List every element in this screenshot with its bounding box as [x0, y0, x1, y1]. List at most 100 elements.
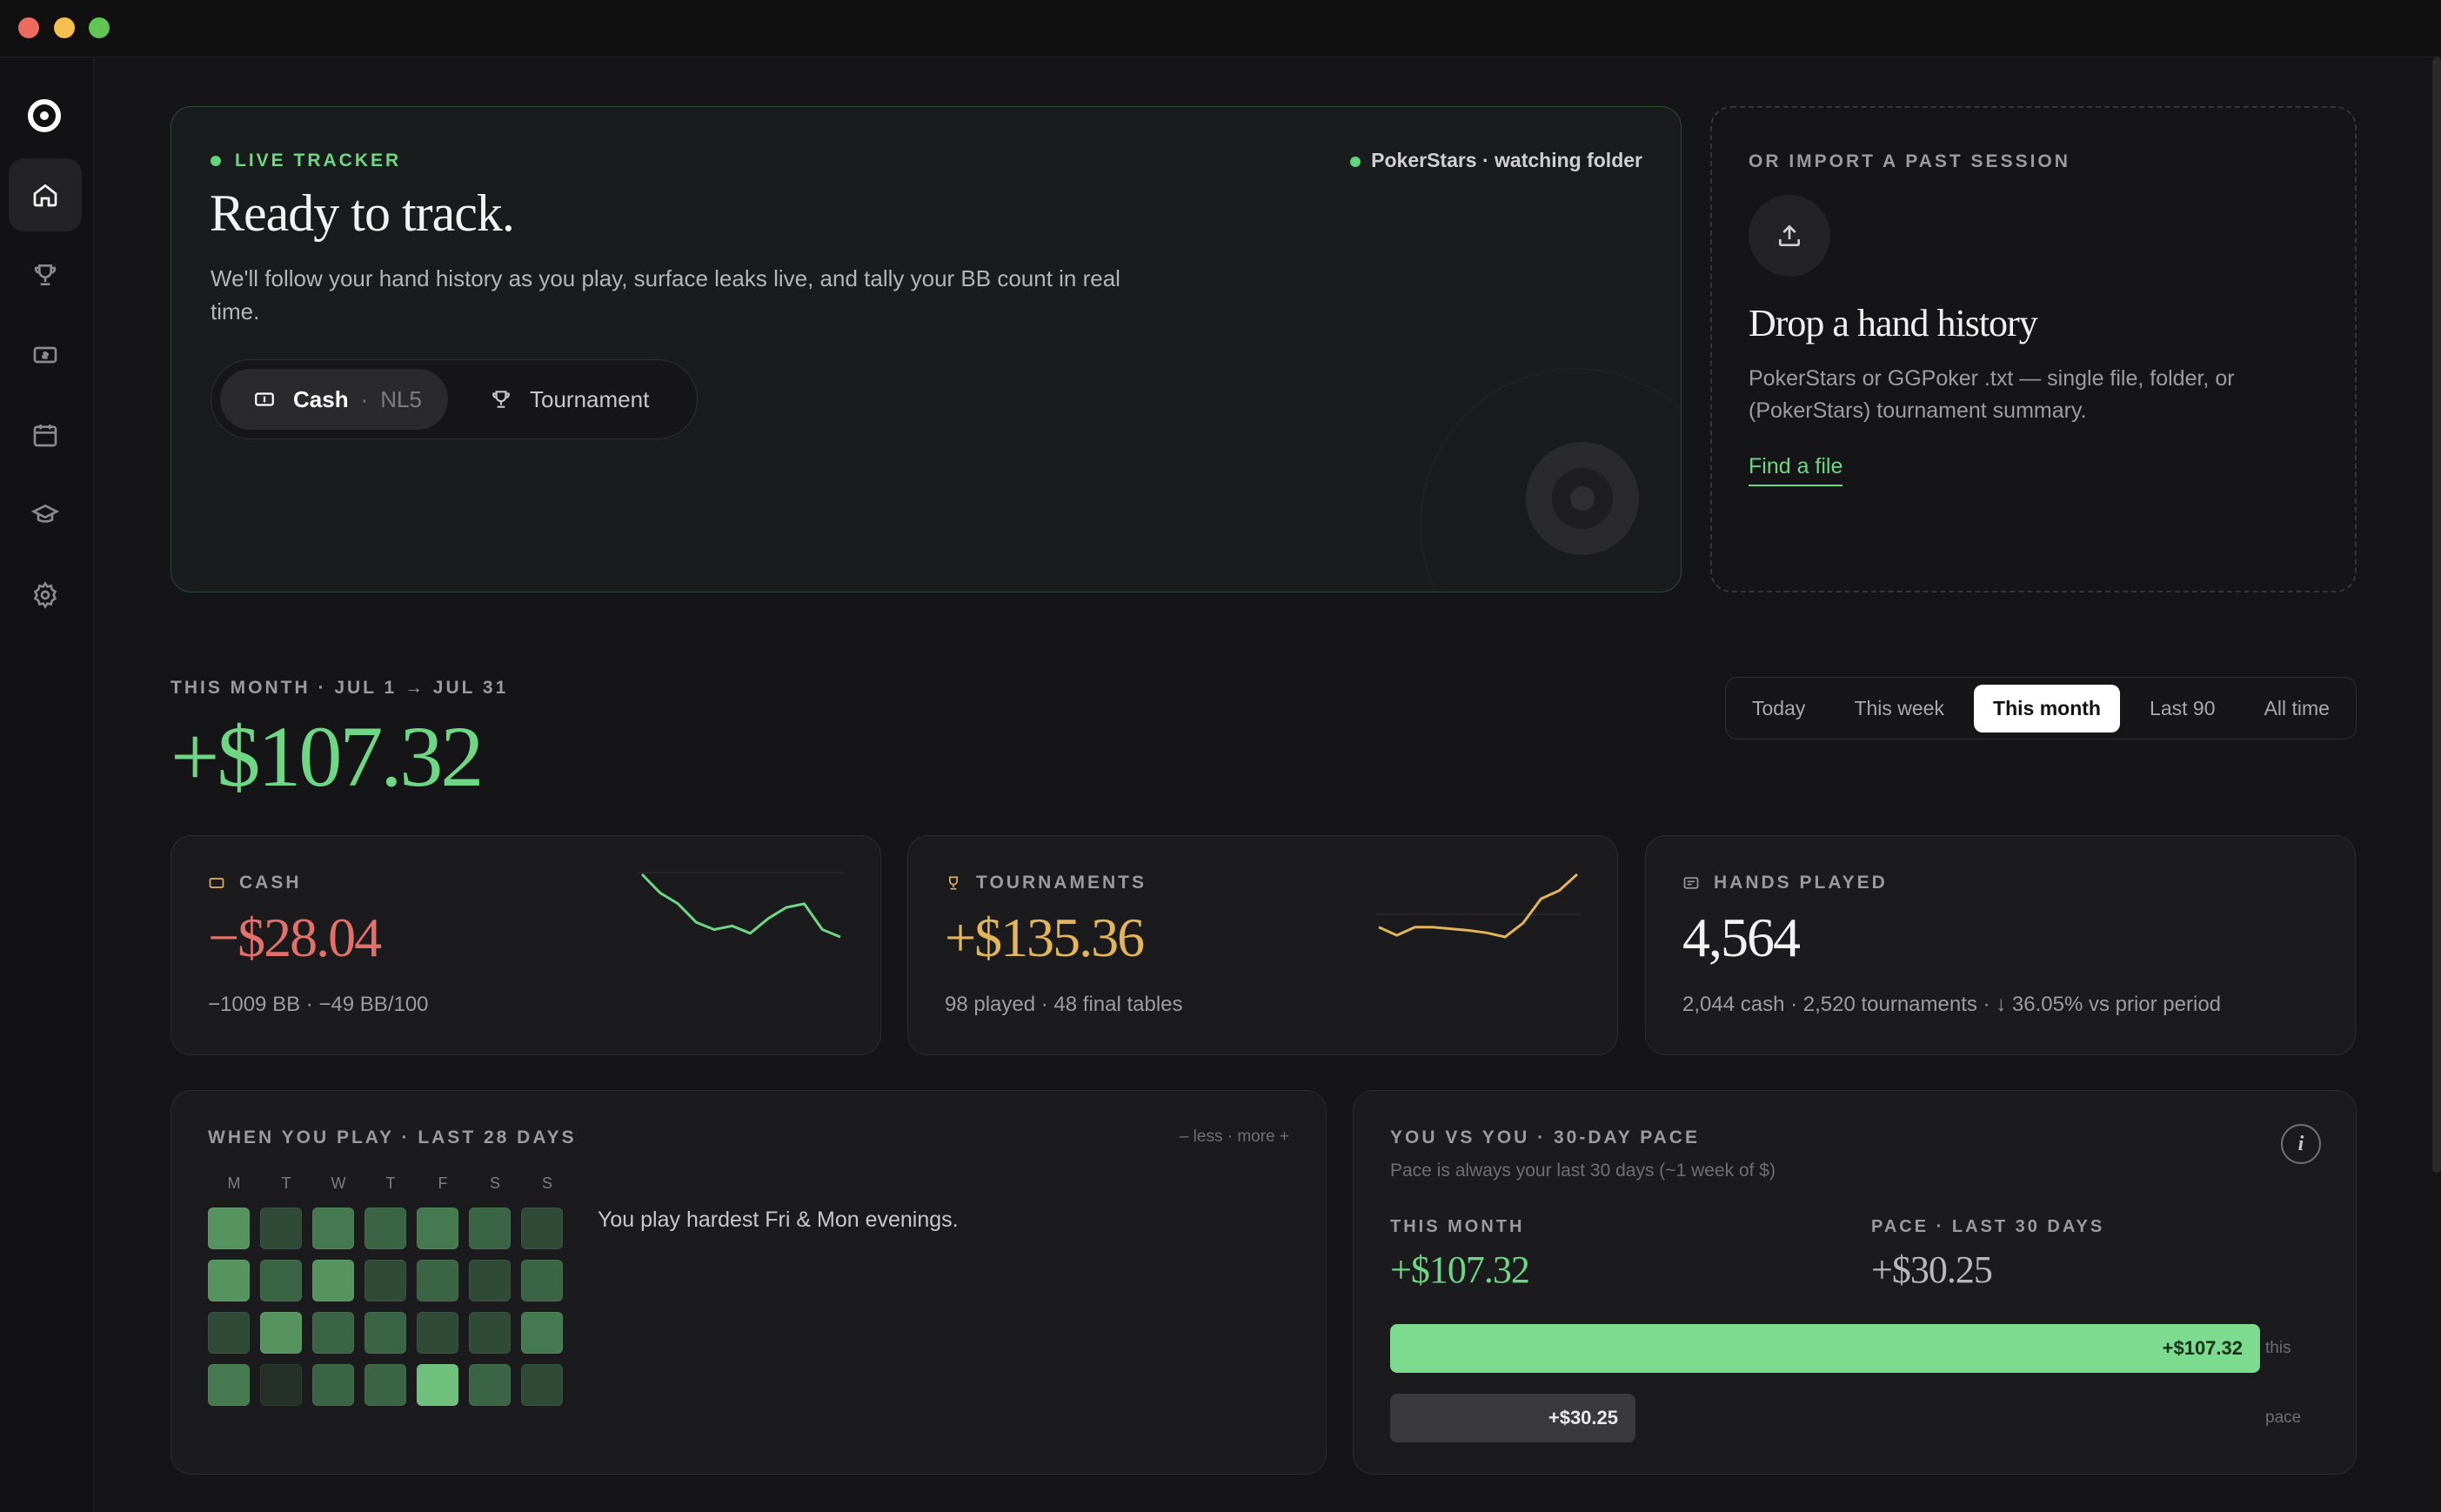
- heatmap-cell[interactable]: [312, 1260, 354, 1301]
- heatmap-grid: [208, 1208, 566, 1406]
- day-label: S: [489, 1174, 500, 1192]
- sidebar-item-cash[interactable]: [9, 318, 82, 391]
- pace-bar-this: +$107.32: [1390, 1324, 2260, 1373]
- find-file-link[interactable]: Find a file: [1749, 454, 1843, 486]
- watch-status-text: PokerStars · watching folder: [1371, 149, 1642, 171]
- zoom-window-button[interactable]: [89, 17, 110, 38]
- trophy-icon: [34, 264, 57, 285]
- range-last-90[interactable]: Last 90: [2130, 685, 2234, 733]
- scrollbar[interactable]: [2432, 57, 2441, 1173]
- tournaments-stat-value: +$135.36: [945, 907, 1145, 968]
- heatmap-title: WHEN YOU PLAY · LAST 28 DAYS: [208, 1127, 577, 1147]
- live-tracker-tag: LIVE TRACKER: [211, 151, 401, 171]
- target-icon: [1526, 442, 1639, 555]
- upload-icon-button[interactable]: [1749, 195, 1830, 277]
- day-label: W: [331, 1174, 346, 1192]
- day-label: F: [438, 1174, 448, 1192]
- heatmap-cell[interactable]: [208, 1364, 250, 1406]
- play-heatmap-card: WHEN YOU PLAY · LAST 28 DAYS – less · mo…: [171, 1090, 1327, 1475]
- heatmap-cell[interactable]: [364, 1260, 406, 1301]
- app-logo: [28, 99, 61, 132]
- heatmap-cell[interactable]: [469, 1312, 511, 1354]
- heatmap-cell[interactable]: [417, 1312, 458, 1354]
- home-icon: [33, 184, 57, 207]
- heatmap-insight: You play hardest Fri & Mon evenings.: [598, 1208, 959, 1232]
- cash-stat-card[interactable]: CASH −$28.04 −1009 BB · −49 BB/100: [171, 835, 881, 1055]
- heatmap-cell[interactable]: [208, 1208, 250, 1249]
- watch-status: PokerStars · watching folder: [1350, 149, 1642, 172]
- range-this-week[interactable]: This week: [1835, 685, 1963, 733]
- tournaments-stat-card[interactable]: TOURNAMENTS +$135.36 98 played · 48 fina…: [907, 835, 1618, 1055]
- gear-icon: [33, 581, 57, 609]
- sidebar: [0, 57, 94, 1512]
- heatmap-cell[interactable]: [312, 1364, 354, 1406]
- day-label: S: [541, 1174, 552, 1192]
- pace-this-month-value: +$107.32: [1390, 1248, 1530, 1291]
- tournaments-stat-footnote: 98 played · 48 final tables: [945, 993, 1183, 1016]
- mode-selector: Cash · NL5 Tournament: [211, 359, 698, 439]
- heatmap-cell[interactable]: [312, 1312, 354, 1354]
- sidebar-item-settings[interactable]: [9, 559, 82, 632]
- sidebar-item-tournaments[interactable]: [9, 238, 82, 311]
- range-this-month[interactable]: This month: [1974, 684, 2120, 733]
- heatmap-cell[interactable]: [208, 1312, 250, 1354]
- import-dropzone[interactable]: OR IMPORT A PAST SESSION Drop a hand his…: [1710, 106, 2357, 592]
- minimize-window-button[interactable]: [54, 17, 75, 38]
- heatmap-cell[interactable]: [208, 1260, 250, 1301]
- heatmap-cell[interactable]: [364, 1312, 406, 1354]
- pace-bar-pace-caption: pace: [2265, 1408, 2302, 1427]
- period-total: +$107.32: [171, 708, 484, 805]
- heatmap-cell[interactable]: [260, 1364, 302, 1406]
- live-description: We'll follow your hand history as you pl…: [211, 265, 1120, 324]
- import-description: PokerStars or GGPoker .txt — single file…: [1749, 366, 2235, 423]
- mode-cash-button[interactable]: Cash · NL5: [220, 369, 448, 430]
- heatmap-cell[interactable]: [260, 1208, 302, 1249]
- cards-icon: [1683, 877, 1699, 889]
- pace-bar-pace: +$30.25: [1390, 1394, 1635, 1442]
- heatmap-cell[interactable]: [364, 1364, 406, 1406]
- heatmap-cell[interactable]: [417, 1260, 458, 1301]
- heatmap-cell[interactable]: [521, 1364, 563, 1406]
- live-status-dot: [211, 156, 221, 167]
- sparkline-path: [640, 873, 841, 939]
- tournaments-sparkline: [1375, 873, 1581, 939]
- import-title: Drop a hand history: [1749, 302, 2038, 345]
- heatmap-cell[interactable]: [469, 1208, 511, 1249]
- sidebar-item-study[interactable]: [9, 478, 82, 552]
- day-label: M: [227, 1174, 241, 1192]
- heatmap-cell[interactable]: [417, 1364, 458, 1406]
- heatmap-cell[interactable]: [521, 1208, 563, 1249]
- heatmap-cell[interactable]: [417, 1208, 458, 1249]
- heatmap-cell[interactable]: [260, 1312, 302, 1354]
- range-all-time[interactable]: All time: [2245, 685, 2349, 733]
- mode-tournament-button[interactable]: Tournament: [490, 369, 649, 430]
- hands-stat-card[interactable]: HANDS PLAYED 4,564 2,044 cash · 2,520 to…: [1645, 835, 2356, 1055]
- heatmap-cell[interactable]: [521, 1312, 563, 1354]
- day-label: T: [281, 1174, 291, 1192]
- tournaments-stat-label-text: TOURNAMENTS: [976, 873, 1147, 893]
- sidebar-item-calendar[interactable]: [9, 398, 82, 472]
- hands-stat-label-text: HANDS PLAYED: [1714, 873, 1888, 893]
- heatmap-cell[interactable]: [469, 1364, 511, 1406]
- pace-bar-this-track: +$107.32: [1390, 1324, 2260, 1373]
- mode-cash-label: Cash: [293, 385, 349, 412]
- close-window-button[interactable]: [18, 17, 39, 38]
- window-titlebar: [0, 0, 2441, 57]
- info-icon[interactable]: i: [2281, 1124, 2321, 1164]
- heatmap-cell[interactable]: [521, 1260, 563, 1301]
- sidebar-item-home[interactable]: [9, 158, 82, 231]
- sparkline-path: [1378, 873, 1579, 939]
- heatmap-cell[interactable]: [312, 1208, 354, 1249]
- banknote-icon: [209, 878, 224, 888]
- heatmap-cell[interactable]: [469, 1260, 511, 1301]
- watch-status-dot: [1350, 156, 1361, 167]
- cash-stat-value: −$28.04: [208, 907, 382, 968]
- range-today[interactable]: Today: [1733, 685, 1824, 733]
- pace-last-30-label: PACE · LAST 30 DAYS: [1871, 1217, 2105, 1236]
- graduation-cap-icon: [31, 504, 59, 523]
- live-tracker-label: LIVE TRACKER: [235, 151, 402, 171]
- pace-last-30: PACE · LAST 30 DAYS +$30.25: [1871, 1217, 2104, 1292]
- heatmap-cell[interactable]: [260, 1260, 302, 1301]
- heatmap-cell[interactable]: [364, 1208, 406, 1249]
- hands-stat-label: HANDS PLAYED: [1682, 873, 1888, 893]
